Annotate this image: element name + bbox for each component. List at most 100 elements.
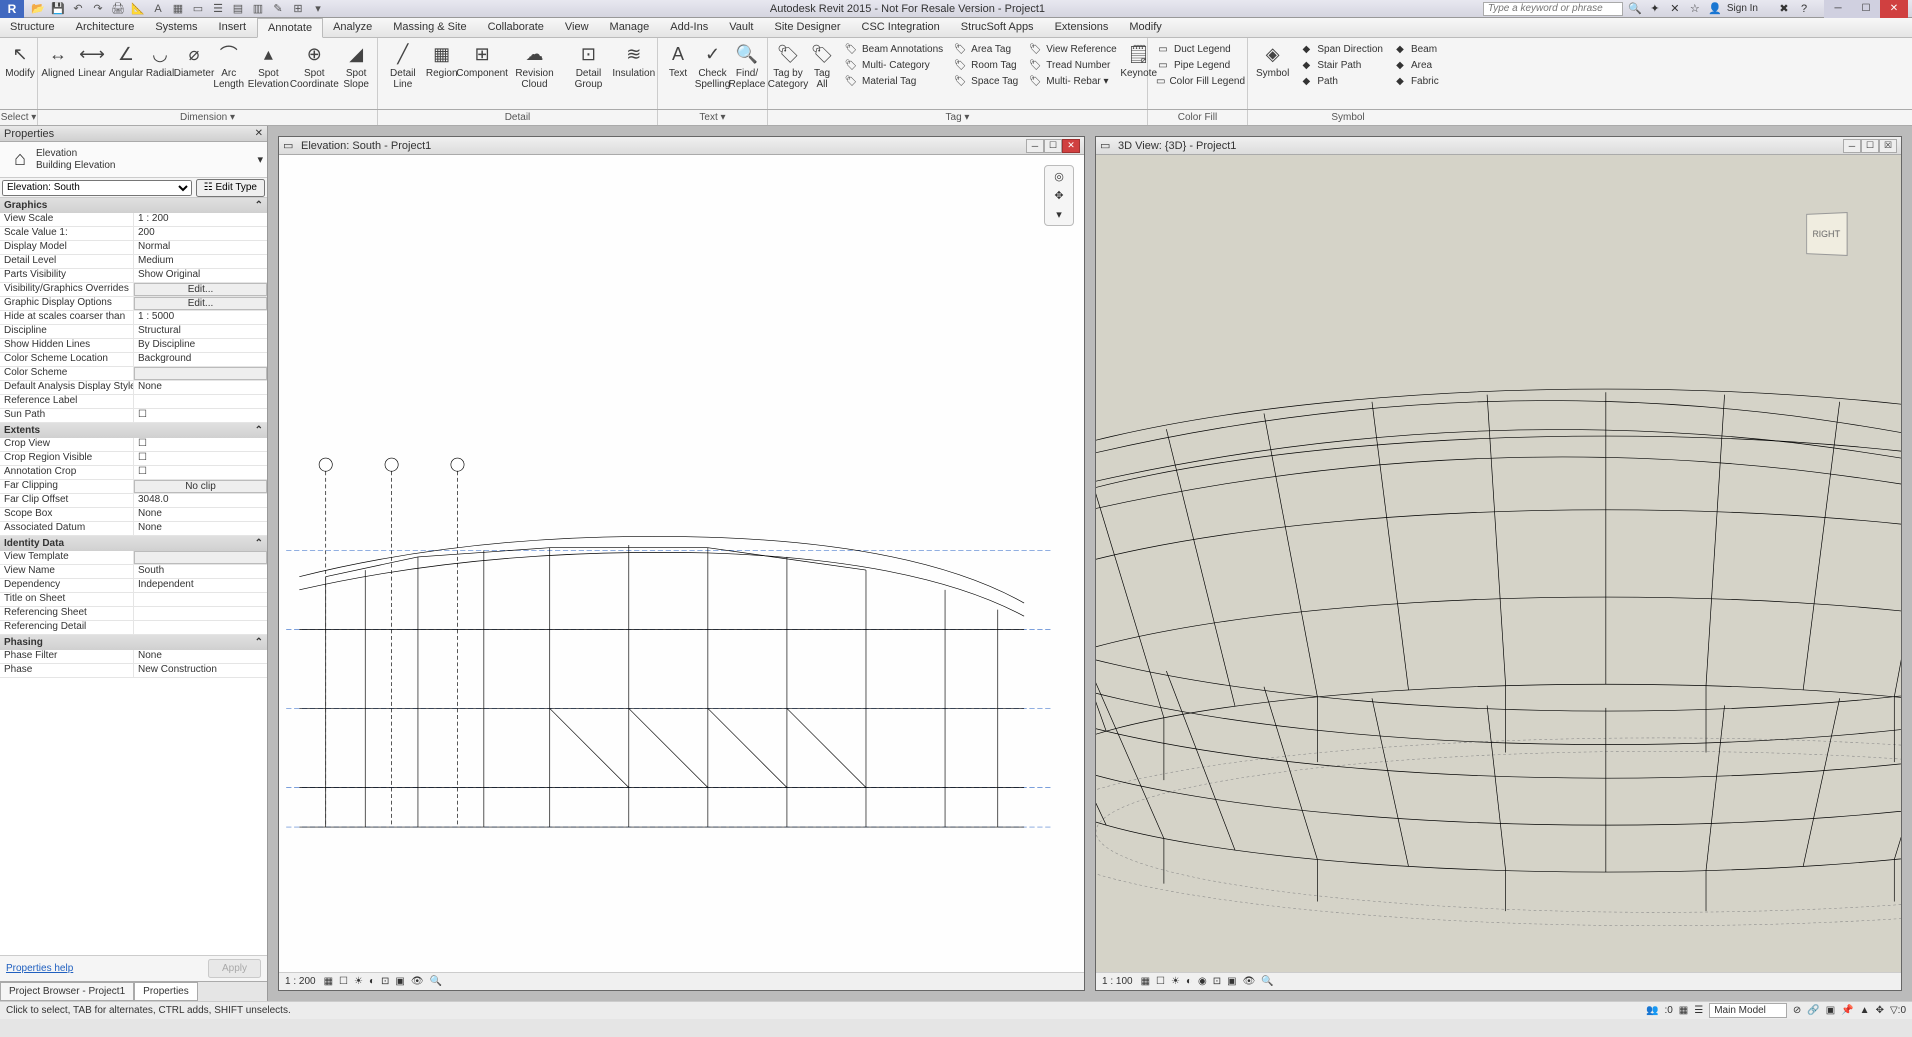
prop-row[interactable]: Referencing Sheet [0, 607, 267, 621]
symbol-button[interactable]: ◈Symbol [1252, 40, 1293, 81]
detail-region-button[interactable]: ▦Region [426, 40, 458, 81]
search-input[interactable] [1483, 2, 1623, 16]
prop-value[interactable]: No clip [134, 480, 267, 493]
prop-row[interactable]: View Template [0, 551, 267, 565]
prop-value[interactable]: 1 : 200 [134, 213, 267, 226]
qat-item[interactable]: ▦ [170, 1, 186, 17]
prop-value[interactable]: 200 [134, 227, 267, 240]
signin-icon[interactable]: 👤 [1707, 1, 1723, 17]
exclude-options-icon[interactable]: ⊘ [1793, 1005, 1801, 1016]
tag-beam-annotations-button[interactable]: 🏷Beam Annotations [844, 42, 943, 56]
editable-only-icon[interactable]: ▦ [1679, 1005, 1688, 1016]
prop-row[interactable]: Sun Path [0, 409, 267, 423]
prop-value[interactable] [134, 395, 267, 408]
prop-row[interactable]: PhaseNew Construction [0, 664, 267, 678]
tag-multi-category-button[interactable]: 🏷Multi- Category [844, 58, 943, 72]
type-selector[interactable]: ⌂ Elevation Building Elevation ▾ [0, 142, 267, 178]
tag-all-button[interactable]: 🏷Tag All [806, 40, 838, 92]
prop-row[interactable]: Annotation Crop [0, 466, 267, 480]
tag-view-reference-button[interactable]: 🏷View Reference [1028, 42, 1116, 56]
prop-row[interactable]: Phase FilterNone [0, 650, 267, 664]
detail-component-button[interactable]: ⊞Component [460, 40, 505, 81]
app-logo[interactable]: R [0, 0, 24, 18]
prop-value[interactable] [134, 621, 267, 634]
select-pinned-icon[interactable]: 📌 [1841, 1005, 1853, 1016]
visual-style-icon[interactable]: ☐ [339, 976, 348, 987]
prop-value[interactable]: None [134, 522, 267, 535]
symbol-area-button[interactable]: ◆Area [1393, 58, 1439, 72]
text-find--replace-button[interactable]: 🔍Find/ Replace [731, 40, 763, 92]
prop-row[interactable]: Title on Sheet [0, 593, 267, 607]
save-icon[interactable]: 💾 [50, 1, 66, 17]
dropdown-icon[interactable]: ▾ [257, 153, 263, 166]
prop-category-extents[interactable]: Extents⌃ [0, 423, 267, 438]
tab-systems[interactable]: Systems [145, 18, 208, 37]
prop-row[interactable]: Reference Label [0, 395, 267, 409]
prop-row[interactable]: Graphic Display OptionsEdit... [0, 297, 267, 311]
sun-path-icon[interactable]: ☀ [354, 976, 363, 987]
collapse-icon[interactable]: ⌃ [255, 637, 263, 648]
tab-view[interactable]: View [555, 18, 600, 37]
prop-value[interactable]: By Discipline [134, 339, 267, 352]
qat-item[interactable]: ▥ [250, 1, 266, 17]
group-label-select[interactable]: Select ▾ [0, 110, 38, 125]
tab-addins[interactable]: Add-Ins [660, 18, 719, 37]
dimension-arc-length-button[interactable]: ⌒Arc Length [212, 40, 245, 92]
prop-value[interactable] [134, 367, 267, 380]
view-close-button[interactable]: ✕ [1062, 139, 1080, 153]
3d-canvas[interactable]: RIGHT [1096, 155, 1901, 972]
dimension-radial-button[interactable]: ◡Radial [144, 40, 176, 81]
prop-value[interactable]: Structural [134, 325, 267, 338]
prop-value[interactable]: Edit... [134, 283, 267, 296]
dimension-aligned-button[interactable]: ↔Aligned [42, 40, 74, 81]
prop-value[interactable]: Show Original [134, 269, 267, 282]
prop-row[interactable]: Far ClippingNo clip [0, 480, 267, 494]
modify-button[interactable]: ↖ Modify [4, 40, 36, 81]
prop-value[interactable]: Independent [134, 579, 267, 592]
favorites-icon[interactable]: ☆ [1687, 1, 1703, 17]
collapse-icon[interactable]: ⌃ [255, 200, 263, 211]
crop-icon[interactable]: ⊡ [1213, 976, 1221, 987]
tab-annotate[interactable]: Annotate [257, 18, 323, 38]
close-panel-icon[interactable]: ✕ [255, 128, 263, 139]
properties-tab[interactable]: Properties [134, 982, 198, 1001]
prop-value[interactable] [134, 607, 267, 620]
tab-structure[interactable]: Structure [0, 18, 66, 37]
prop-row[interactable]: Show Hidden LinesBy Discipline [0, 339, 267, 353]
reveal-icon[interactable]: 🔍 [1261, 976, 1273, 987]
text-check-spelling-button[interactable]: ✓Check Spelling [696, 40, 729, 92]
prop-value[interactable]: Medium [134, 255, 267, 268]
reveal-icon[interactable]: 🔍 [430, 976, 442, 987]
prop-row[interactable]: Crop View [0, 438, 267, 452]
qat-item[interactable]: ✎ [270, 1, 286, 17]
open-icon[interactable]: 📂 [30, 1, 46, 17]
crop-visible-icon[interactable]: ▣ [395, 976, 404, 987]
qat-dropdown[interactable]: ▾ [310, 1, 326, 17]
filter-icon[interactable]: ▽:0 [1890, 1005, 1906, 1016]
prop-row[interactable]: Hide at scales coarser than1 : 5000 [0, 311, 267, 325]
prop-row[interactable]: Associated DatumNone [0, 522, 267, 536]
colorfill-color-fill-legend-button[interactable]: ▭Color Fill Legend [1156, 74, 1239, 88]
prop-value[interactable] [134, 593, 267, 606]
prop-value[interactable]: None [134, 508, 267, 521]
prop-row[interactable]: Visibility/Graphics OverridesEdit... [0, 283, 267, 297]
tab-strucsoft[interactable]: StrucSoft Apps [951, 18, 1045, 37]
tab-site-designer[interactable]: Site Designer [764, 18, 851, 37]
dimension-linear-button[interactable]: ⟷Linear [76, 40, 108, 81]
tab-csc[interactable]: CSC Integration [852, 18, 951, 37]
dimension-angular-button[interactable]: ∠Angular [110, 40, 142, 81]
tab-vault[interactable]: Vault [719, 18, 764, 37]
exchange-apps-icon[interactable]: ✖ [1776, 1, 1792, 17]
prop-value[interactable]: 1 : 5000 [134, 311, 267, 324]
collapse-icon[interactable]: ⌃ [255, 425, 263, 436]
tag-multi-rebar--button[interactable]: 🏷Multi- Rebar ▾ [1028, 74, 1116, 88]
shadows-icon[interactable]: ◐ [369, 976, 375, 987]
detail-insulation-button[interactable]: ≋Insulation [614, 40, 653, 81]
temp-hide-icon[interactable]: 👁 [411, 976, 424, 987]
select-links-icon[interactable]: 🔗 [1807, 1005, 1819, 1016]
apply-button[interactable]: Apply [208, 959, 261, 978]
view-minimize-button[interactable]: ─ [1843, 139, 1861, 153]
prop-value[interactable]: South [134, 565, 267, 578]
shadows-icon[interactable]: ◐ [1186, 976, 1192, 987]
minimize-button[interactable]: ─ [1824, 0, 1852, 18]
